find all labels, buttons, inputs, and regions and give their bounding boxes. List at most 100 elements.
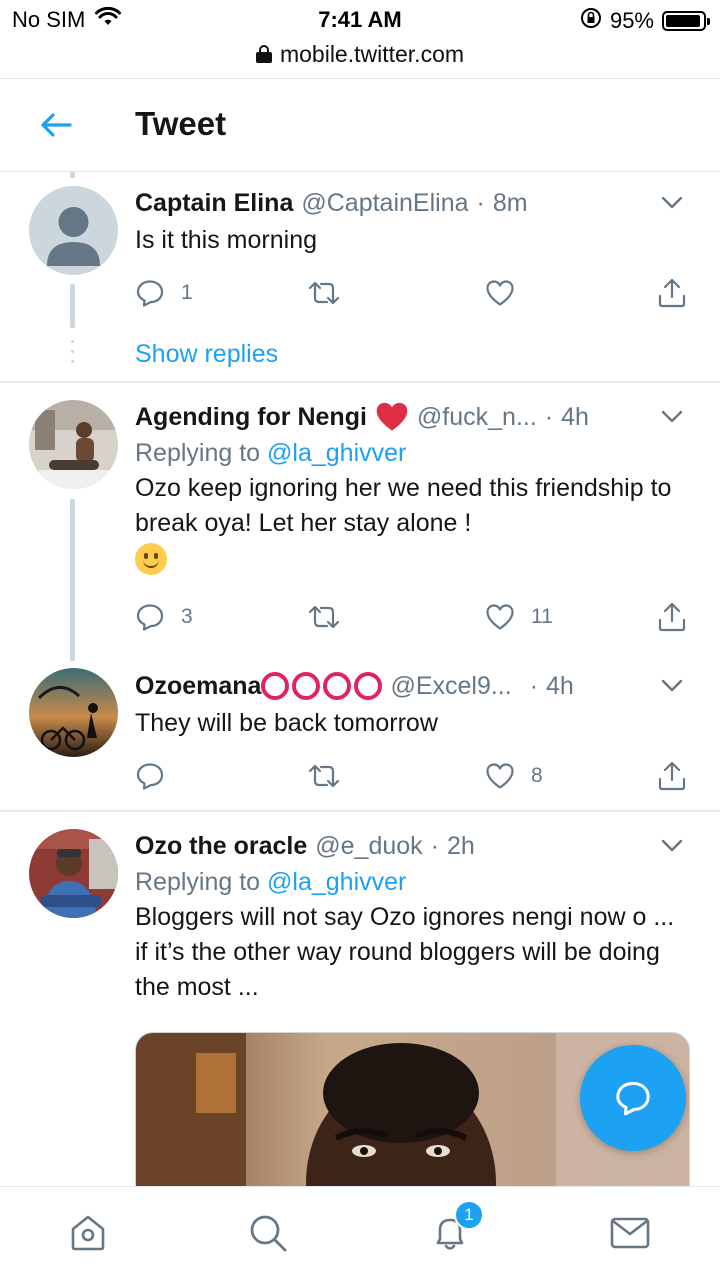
page-title: Tweet — [135, 105, 227, 142]
replying-to-handle[interactable]: @la_ghivver — [267, 439, 406, 467]
tweet-time[interactable]: 4h — [546, 672, 574, 701]
chevron-down-icon — [661, 679, 683, 692]
nav-search[interactable] — [238, 1205, 298, 1261]
tweet-time[interactable]: 4h — [561, 403, 589, 432]
separator-dot: · — [529, 671, 539, 700]
replying-to: Replying to @la_ghivver — [135, 868, 690, 897]
avatar[interactable] — [29, 186, 118, 275]
thread-dots — [71, 340, 74, 370]
reply-button[interactable]: 1 — [135, 275, 193, 311]
search-icon — [250, 1215, 287, 1252]
separator-dot: · — [544, 402, 554, 431]
tweet-text-body: Ozo keep ignoring her we need this frien… — [135, 474, 672, 537]
avatar[interactable] — [29, 668, 118, 757]
user-photo-icon — [29, 668, 118, 757]
back-button[interactable] — [34, 105, 78, 145]
tweet-menu-button[interactable] — [654, 669, 690, 703]
red-circles-emoji — [261, 672, 383, 700]
chevron-down-icon — [661, 839, 683, 852]
reply-icon — [136, 763, 164, 790]
home-icon — [71, 1215, 105, 1251]
tweet-menu-button[interactable] — [654, 186, 690, 220]
user-photo-icon — [29, 829, 118, 918]
tweet-text: Ozo keep ignoring her we need this frien… — [135, 471, 690, 576]
reply-button[interactable] — [135, 758, 165, 794]
like-button[interactable]: 11 — [485, 599, 553, 635]
tweet-time[interactable]: 2h — [447, 832, 475, 861]
avatar[interactable] — [29, 400, 118, 489]
author-handle[interactable]: @Excel9... — [390, 672, 511, 701]
retweet-button[interactable] — [307, 599, 341, 635]
reply-icon — [136, 604, 164, 631]
retweet-button[interactable] — [307, 275, 341, 311]
user-photo-icon — [29, 400, 118, 489]
back-arrow-icon — [41, 113, 72, 137]
tweet-menu-button[interactable] — [654, 829, 690, 863]
thread-line — [70, 499, 75, 661]
separator-dot: · — [476, 188, 485, 217]
tweet-time[interactable]: 8m — [493, 189, 528, 218]
tweet-menu-button[interactable] — [654, 400, 690, 434]
author-handle[interactable]: @CaptainElina — [301, 189, 468, 218]
replying-prefix: Replying to — [135, 439, 261, 467]
separator-dot: · — [430, 831, 439, 860]
status-bar: No SIM 7:41 AM 95% — [0, 0, 720, 40]
reply-bubble-icon — [616, 1081, 650, 1116]
notification-badge: 1 — [454, 1200, 484, 1230]
retweet-icon — [308, 764, 340, 788]
red-heart-emoji — [376, 402, 408, 431]
like-button[interactable] — [485, 275, 515, 311]
tweet-actions: 1 — [135, 275, 690, 311]
share-icon — [658, 761, 686, 791]
url-bar[interactable]: mobile.twitter.com — [0, 38, 720, 70]
divider — [0, 381, 720, 383]
author-name[interactable]: Agending for Nengi — [135, 403, 367, 432]
nav-notifications[interactable]: 1 — [420, 1200, 484, 1261]
replying-prefix: Replying to — [135, 868, 261, 896]
retweet-icon — [308, 281, 340, 305]
bottom-nav: 1 — [0, 1186, 720, 1280]
default-avatar-icon — [47, 207, 100, 266]
chevron-down-icon — [661, 410, 683, 423]
like-count: 11 — [531, 605, 553, 628]
replying-to: Replying to @la_ghivver — [135, 439, 690, 468]
author-name[interactable]: Ozo the oracle — [135, 832, 307, 861]
author-handle[interactable]: @e_duok — [315, 832, 422, 861]
battery-percent: 95% — [609, 8, 654, 33]
divider — [0, 810, 720, 812]
author-name[interactable]: Captain Elina — [135, 189, 293, 218]
battery-icon — [662, 11, 710, 31]
messages-icon — [610, 1217, 650, 1249]
tweet-actions: 8 — [135, 758, 690, 794]
orientation-lock-icon — [580, 7, 602, 35]
reply-count: 1 — [181, 281, 193, 304]
thread-line — [70, 172, 75, 178]
tweet-actions: 3 11 — [135, 599, 690, 635]
page-header: Tweet — [0, 78, 720, 172]
author-handle[interactable]: @fuck_n... — [417, 403, 537, 432]
reply-button[interactable]: 3 — [135, 599, 193, 635]
reply-icon — [136, 280, 164, 307]
heart-icon — [486, 763, 514, 789]
tweet-text: Is it this morning — [135, 226, 318, 254]
replying-to-handle[interactable]: @la_ghivver — [267, 868, 406, 896]
tweet-text: Bloggers will not say Ozo ignores nengi … — [135, 903, 675, 1001]
avatar[interactable] — [29, 829, 118, 918]
tweet-text: They will be back tomorrow — [135, 709, 438, 737]
url-text: mobile.twitter.com — [279, 40, 465, 67]
retweet-button[interactable] — [307, 758, 341, 794]
share-button[interactable] — [657, 758, 687, 794]
compose-reply-button[interactable] — [580, 1045, 686, 1151]
show-replies-link[interactable]: Show replies — [135, 340, 278, 369]
heart-icon — [486, 280, 514, 306]
retweet-icon — [308, 605, 340, 629]
nav-messages[interactable] — [600, 1205, 660, 1261]
chevron-down-icon — [661, 196, 683, 209]
thread-line — [70, 284, 75, 328]
like-button[interactable]: 8 — [485, 758, 543, 794]
author-name[interactable]: Ozoemana — [135, 672, 261, 701]
nav-home[interactable] — [58, 1205, 118, 1261]
share-button[interactable] — [657, 275, 687, 311]
share-button[interactable] — [657, 599, 687, 635]
like-count: 8 — [531, 764, 543, 787]
